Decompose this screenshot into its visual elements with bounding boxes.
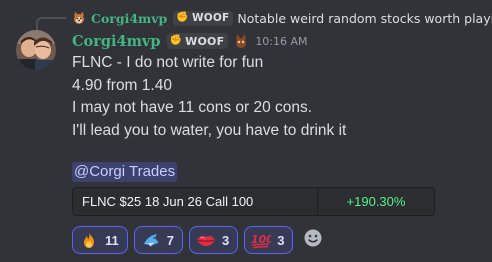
cat-icon xyxy=(233,33,249,49)
role-mention[interactable]: @Corgi Trades xyxy=(72,162,178,182)
fire-icon xyxy=(79,230,99,250)
reaction-count: 3 xyxy=(221,232,230,248)
reply-text[interactable]: Notable weird random stocks worth playin… xyxy=(237,11,492,26)
message-line: 4.90 from 1.40 xyxy=(72,76,172,94)
avatar[interactable] xyxy=(16,30,56,70)
message-line: FLNC - I do not write for fun xyxy=(72,54,264,71)
hundred-points-icon: 100 xyxy=(251,230,271,250)
server-tag-label: WOOF xyxy=(185,34,225,48)
message-header: Corgi4mvp ✊ WOOF 10:16 AM xyxy=(72,31,308,51)
timestamp[interactable]: 10:16 AM xyxy=(255,35,307,48)
reply-server-tag[interactable]: ✊ WOOF xyxy=(173,10,234,26)
reply-username[interactable]: Corgi4mvp xyxy=(91,11,167,26)
add-reaction-icon xyxy=(303,228,323,252)
reply-preview[interactable]: Corgi4mvp ✊ WOOF Notable weird random st… xyxy=(72,9,492,27)
trade-change: +190.30% xyxy=(346,194,406,209)
trade-contract: FLNC $25 18 Jun 26 Call 100 xyxy=(82,194,254,209)
reactions-bar: 11 7 3 100 3 xyxy=(72,226,327,254)
reply-connector xyxy=(36,17,66,31)
message-content: FLNC - I do not write for fun 4.90 from … xyxy=(72,52,346,142)
lips-icon xyxy=(196,230,216,250)
fist-icon: ✊ xyxy=(169,35,183,46)
fist-icon: ✊ xyxy=(176,12,189,23)
reaction-lips[interactable]: 3 xyxy=(188,226,239,254)
trade-embed: FLNC $25 18 Jun 26 Call 100 +190.30% xyxy=(72,187,435,216)
server-tag[interactable]: ✊ WOOF xyxy=(166,33,229,49)
reaction-hundred[interactable]: 100 3 xyxy=(244,226,294,254)
reaction-count: 7 xyxy=(166,232,174,248)
reaction-fire[interactable]: 11 xyxy=(72,226,128,254)
reply-avatar-icon xyxy=(72,11,86,25)
message-line: I may not have 11 cons or 20 cons. xyxy=(72,99,313,116)
reaction-count: 3 xyxy=(277,232,285,248)
reply-tag-label: WOOF xyxy=(191,12,230,24)
username[interactable]: Corgi4mvp xyxy=(72,33,161,50)
add-reaction-button[interactable] xyxy=(299,226,327,254)
reaction-count: 11 xyxy=(105,232,119,248)
reaction-shark[interactable]: 7 xyxy=(133,226,183,254)
shark-icon xyxy=(141,230,161,250)
message-line: I'll lead you to water, you have to drin… xyxy=(72,121,347,139)
